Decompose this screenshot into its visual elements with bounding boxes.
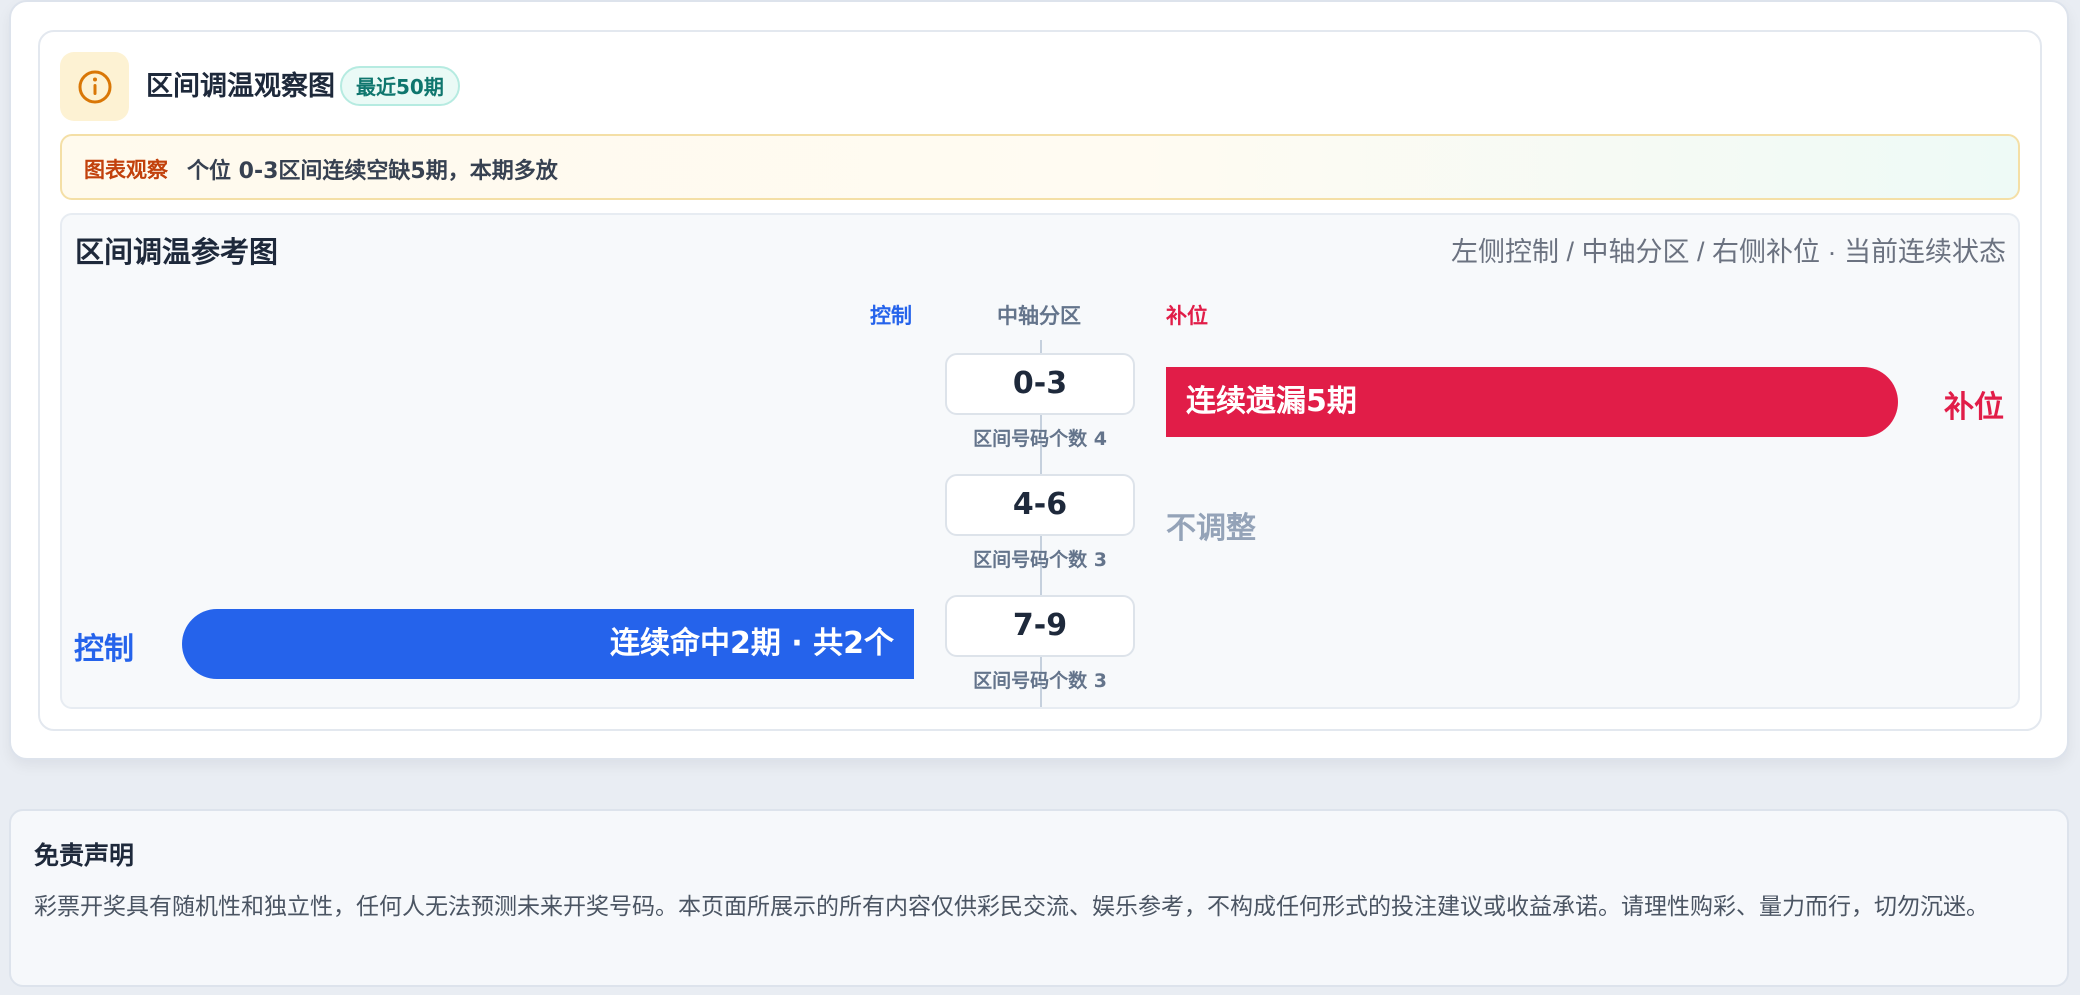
control-bar-7-9: 连续命中2期 · 共2个: [182, 609, 914, 679]
range-count-7-9: 区间号码个数 3: [973, 670, 1107, 692]
observation-text: 个位 0-3区间连续空缺5期，本期多放: [187, 159, 558, 184]
info-icon: [78, 70, 111, 103]
control-side-label: 控制: [74, 632, 134, 667]
observation-banner: 图表观察 个位 0-3区间连续空缺5期，本期多放: [60, 134, 2020, 200]
range-count-0-3: 区间号码个数 4: [973, 428, 1107, 450]
info-icon-box: [60, 52, 129, 121]
range-box-7-9: 7-9: [945, 595, 1135, 657]
range-box-0-3: 0-3: [945, 353, 1135, 415]
page-title: 区间调温观察图: [146, 71, 335, 102]
no-adjust-label: 不调整: [1166, 511, 1256, 546]
chart-legend: 左侧控制 / 中轴分区 / 右侧补位 · 当前连续状态: [1450, 237, 2006, 267]
observation-tag: 图表观察: [84, 158, 168, 182]
disclaimer-text: 彩票开奖具有随机性和独立性，任何人无法预测未来开奖号码。本页面所展示的所有内容仅…: [34, 894, 1989, 920]
column-head-fill: 补位: [1166, 304, 1208, 328]
disclaimer-title: 免责声明: [34, 841, 135, 870]
chart-title: 区间调温参考图: [75, 235, 279, 269]
fill-bar-0-3: 连续遗漏5期: [1166, 367, 1898, 437]
period-badge: 最近50期: [340, 66, 460, 106]
column-head-control: 控制: [870, 304, 912, 328]
range-box-4-6: 4-6: [945, 474, 1135, 536]
fill-side-label: 补位: [1944, 390, 2004, 425]
range-count-4-6: 区间号码个数 3: [973, 549, 1107, 571]
column-head-axis: 中轴分区: [997, 304, 1081, 328]
